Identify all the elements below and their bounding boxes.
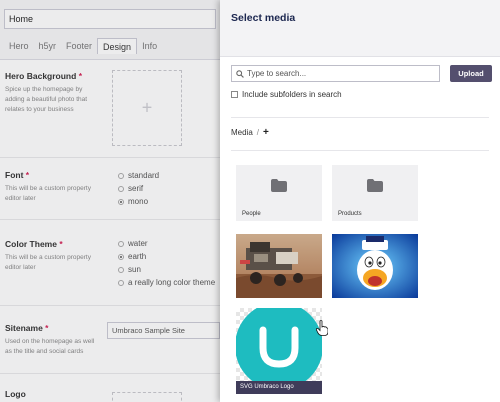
font-options: standard serif mono [118, 169, 159, 208]
sitename-input[interactable]: Umbraco Sample Site [107, 322, 220, 339]
radio-checked-icon [118, 198, 124, 205]
hero-background-picker[interactable]: + [112, 70, 182, 146]
folder-label: Products [338, 211, 362, 217]
divider [231, 117, 489, 118]
add-folder-button[interactable]: + [263, 127, 269, 138]
color-option-sun[interactable]: sun [118, 263, 215, 276]
color-option-earth[interactable]: earth [118, 250, 215, 263]
add-icon: + [141, 97, 153, 118]
radio-icon [118, 279, 124, 286]
tab-h5yr[interactable]: h5yr [34, 38, 62, 54]
media-item-donald-duck[interactable] [332, 234, 418, 298]
breadcrumb-separator: / [256, 128, 260, 137]
mars-rover-image [236, 234, 322, 298]
divider [0, 157, 220, 158]
include-subfolders-option[interactable]: Include subfolders in search [231, 90, 342, 99]
hero-background-field: Hero Background * Spice up the homepage … [5, 71, 215, 115]
breadcrumb: Media / + [231, 127, 269, 138]
panel-title: Select media [231, 12, 296, 24]
font-label: Font * [5, 170, 30, 180]
font-option-standard[interactable]: standard [118, 169, 159, 182]
radio-icon [118, 185, 124, 192]
font-option-serif[interactable]: serif [118, 182, 159, 195]
node-name-input[interactable]: Home [4, 9, 216, 29]
color-theme-options: water earth sun a really long color them… [118, 237, 215, 289]
tab-design[interactable]: Design [97, 38, 138, 54]
logo-picker[interactable] [112, 392, 182, 402]
radio-icon [118, 240, 124, 247]
divider [0, 373, 220, 374]
color-option-water[interactable]: water [118, 237, 215, 250]
include-subfolders-checkbox[interactable] [231, 91, 238, 98]
folder-icon [367, 179, 383, 192]
font-description: This will be a custom property editor la… [5, 185, 91, 202]
editor-header: Home Hero h5yr Footer Design Info [0, 0, 220, 60]
media-item-mars-rover[interactable] [236, 234, 322, 298]
search-input[interactable] [247, 69, 427, 78]
divider [231, 150, 489, 151]
sitename-description: Used on the homepage as well as the titl… [5, 338, 95, 355]
folder-icon [271, 179, 287, 192]
folder-tile-people[interactable]: People [236, 165, 322, 221]
radio-icon [118, 266, 124, 273]
upload-button[interactable]: Upload [450, 65, 492, 82]
divider [0, 305, 220, 306]
radio-checked-icon [118, 253, 124, 260]
media-item-label: SVG Umbraco Logo [236, 381, 322, 394]
umbraco-logo-icon [235, 302, 323, 390]
donald-duck-image [332, 234, 418, 298]
tab-info[interactable]: Info [137, 38, 162, 54]
include-subfolders-label: Include subfolders in search [242, 90, 342, 99]
search-icon [236, 69, 244, 78]
search-box[interactable] [231, 65, 440, 82]
font-option-mono[interactable]: mono [118, 195, 159, 208]
folder-label: People [242, 211, 261, 217]
font-field: Font * This will be a custom property ed… [5, 170, 215, 204]
color-option-long[interactable]: a really long color theme [118, 276, 215, 289]
media-item-svg-umbraco-logo[interactable]: SVG Umbraco Logo [235, 302, 323, 394]
radio-icon [118, 172, 124, 179]
tab-hero[interactable]: Hero [4, 38, 34, 54]
panel-header: Select media [220, 0, 500, 57]
media-picker-panel: Select media Upload Include subfolders i… [220, 0, 500, 402]
breadcrumb-media[interactable]: Media [231, 128, 253, 137]
editor-body: Hero Background * Spice up the homepage … [0, 61, 220, 402]
editor-tabs: Hero h5yr Footer Design Info [4, 38, 162, 54]
logo-field: Logo [5, 389, 215, 399]
divider [0, 219, 220, 220]
tab-footer[interactable]: Footer [61, 38, 97, 54]
logo-label: Logo [5, 389, 26, 399]
hand-cursor-icon [316, 320, 328, 336]
folder-tile-products[interactable]: Products [332, 165, 418, 221]
hero-background-label: Hero Background * [5, 71, 83, 81]
color-theme-description: This will be a custom property editor la… [5, 254, 91, 271]
hero-background-description: Spice up the homepage by adding a beauti… [5, 86, 88, 113]
